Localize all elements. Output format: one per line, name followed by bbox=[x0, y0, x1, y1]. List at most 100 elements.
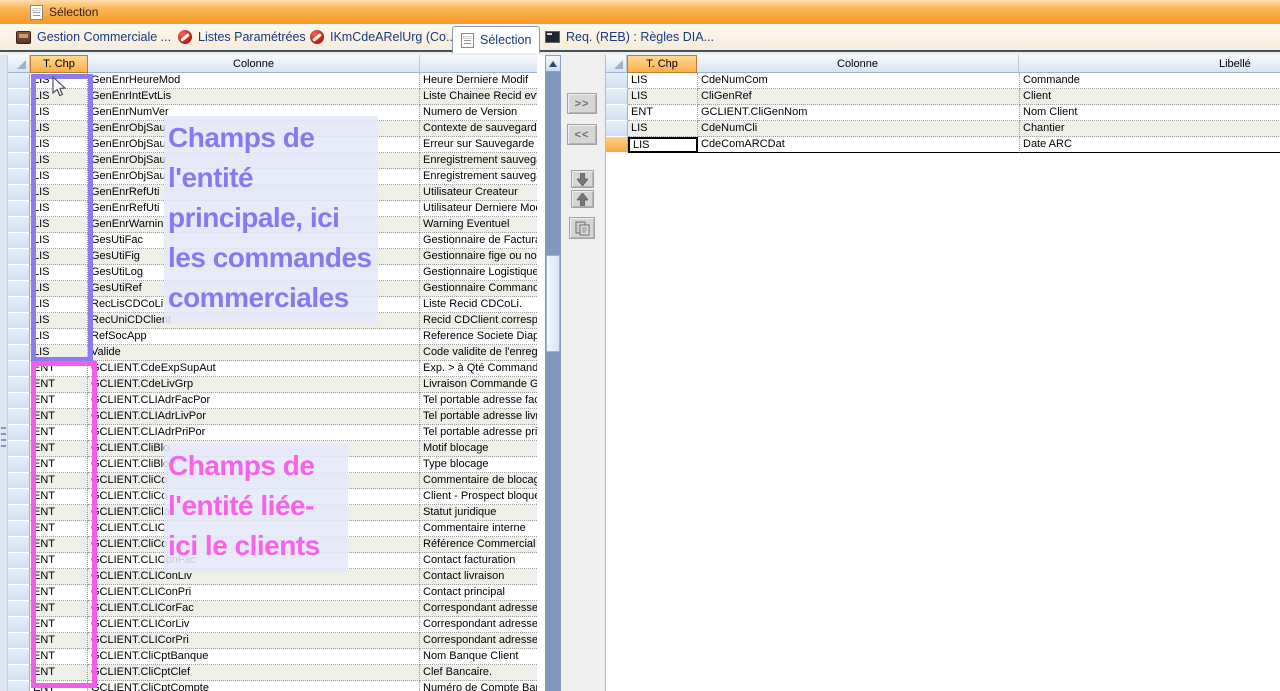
row-selector[interactable] bbox=[8, 153, 30, 169]
select-all-corner[interactable] bbox=[8, 55, 30, 73]
cell-colonne[interactable]: GCLIENT.CLICorPri bbox=[88, 633, 420, 649]
cell-libelle[interactable]: Gestionnaire Logistique bbox=[420, 265, 537, 281]
cell-colonne[interactable]: GCLIENT.CdeLivGrp bbox=[88, 377, 420, 393]
row-selector[interactable] bbox=[8, 73, 30, 89]
cell-libelle[interactable]: Exp. > à Qté Commandé bbox=[420, 361, 537, 377]
cell-libelle[interactable]: Heure Derniere Modif bbox=[420, 73, 537, 89]
row-selector[interactable] bbox=[8, 185, 30, 201]
cell-colonne[interactable]: GCLIENT.CLIConPri bbox=[88, 585, 420, 601]
cell-libelle[interactable]: Clef Bancaire. bbox=[420, 665, 537, 681]
cell-colonne[interactable]: GCLIENT.CLIAdrLivPor bbox=[88, 409, 420, 425]
cell-libelle[interactable]: Tel portable adresse prin bbox=[420, 425, 537, 441]
row-selector[interactable] bbox=[8, 537, 30, 553]
cell-libelle[interactable]: Nom Client bbox=[1020, 105, 1280, 121]
table-row[interactable]: LISCdeComARCDatDate ARC bbox=[606, 137, 1280, 153]
cell-libelle[interactable]: Motif blocage bbox=[420, 441, 537, 457]
row-selector[interactable] bbox=[8, 377, 30, 393]
cell-libelle[interactable]: Client - Prospect bloqué bbox=[420, 489, 537, 505]
cell-libelle[interactable]: Recid CDClient correspo bbox=[420, 313, 537, 329]
tab-gestion-commerciale[interactable]: Gestion Commerciale ... bbox=[8, 24, 179, 50]
row-selector[interactable] bbox=[8, 233, 30, 249]
cell-colonne[interactable]: CdeNumCli bbox=[698, 121, 1020, 137]
row-selector[interactable] bbox=[8, 137, 30, 153]
cell-libelle[interactable]: Code validite de l'enregi bbox=[420, 345, 537, 361]
cell-libelle[interactable]: Numero de Version bbox=[420, 105, 537, 121]
cell-libelle[interactable]: Erreur sur Sauvegarde c bbox=[420, 137, 537, 153]
cell-libelle[interactable]: Tel portable adresse fac bbox=[420, 393, 537, 409]
table-row[interactable]: ENTGCLIENT.CliGenNomNom Client bbox=[606, 105, 1280, 121]
cell-libelle[interactable]: Nom Banque Client bbox=[420, 649, 537, 665]
row-selector[interactable] bbox=[8, 425, 30, 441]
cell-libelle[interactable]: Livraison Commande Gr bbox=[420, 377, 537, 393]
column-header-colonne[interactable]: Colonne bbox=[697, 55, 1019, 73]
table-row[interactable]: LISCdeNumCliChantier bbox=[606, 121, 1280, 137]
column-header-libelle[interactable]: Libellé bbox=[1019, 55, 1280, 73]
cell-tchp[interactable]: ENT bbox=[628, 105, 698, 121]
cell-libelle[interactable]: Contact livraison bbox=[420, 569, 537, 585]
row-selector[interactable] bbox=[8, 297, 30, 313]
cell-libelle[interactable]: Statut juridique bbox=[420, 505, 537, 521]
cell-libelle[interactable]: Utilisateur Createur bbox=[420, 185, 537, 201]
row-selector[interactable] bbox=[8, 265, 30, 281]
row-selector[interactable] bbox=[8, 169, 30, 185]
cell-libelle[interactable]: Utilisateur Derniere Mod bbox=[420, 201, 537, 217]
row-selector[interactable] bbox=[8, 585, 30, 601]
cell-colonne[interactable]: GCLIENT.CdeExpSupAut bbox=[88, 361, 420, 377]
row-selector[interactable] bbox=[8, 457, 30, 473]
tab-listes-parametrees[interactable]: Listes Paramétrées bbox=[170, 24, 314, 50]
remove-all-button[interactable]: << bbox=[567, 124, 597, 145]
cell-libelle[interactable]: Tel portable adresse livr bbox=[420, 409, 537, 425]
cell-colonne[interactable]: GCLIENT.CLICorFac bbox=[88, 601, 420, 617]
copy-button[interactable] bbox=[569, 217, 595, 239]
cell-tchp[interactable]: LIS bbox=[628, 137, 698, 153]
cell-colonne[interactable]: GenEnrHeureMod bbox=[88, 73, 420, 89]
cell-libelle[interactable]: Gestionnaire fige ou non bbox=[420, 249, 537, 265]
cell-libelle[interactable]: Gestionnaire Commande bbox=[420, 281, 537, 297]
select-all-corner[interactable] bbox=[606, 55, 627, 73]
row-selector[interactable] bbox=[8, 361, 30, 377]
cell-libelle[interactable]: Client bbox=[1020, 89, 1280, 105]
cell-colonne[interactable]: CliGenRef bbox=[698, 89, 1020, 105]
cell-libelle[interactable]: Commande bbox=[1020, 73, 1280, 89]
cell-libelle[interactable]: Contact facturation bbox=[420, 553, 537, 569]
row-selector[interactable] bbox=[606, 137, 628, 153]
row-selector[interactable] bbox=[8, 441, 30, 457]
cell-libelle[interactable]: Contact principal bbox=[420, 585, 537, 601]
cell-libelle[interactable]: Chantier bbox=[1020, 121, 1280, 137]
row-selector[interactable] bbox=[8, 521, 30, 537]
table-row[interactable]: LISCliGenRefClient bbox=[606, 89, 1280, 105]
cell-libelle[interactable]: Correspondant adresse l bbox=[420, 617, 537, 633]
cell-libelle[interactable]: Liste Chainee Recid evt bbox=[420, 89, 537, 105]
row-selector[interactable] bbox=[8, 489, 30, 505]
row-selector[interactable] bbox=[8, 569, 30, 585]
scrollbar-thumb[interactable] bbox=[546, 255, 560, 352]
row-selector[interactable] bbox=[8, 473, 30, 489]
cell-libelle[interactable]: Type blocage bbox=[420, 457, 537, 473]
column-header-colonne[interactable]: Colonne bbox=[88, 55, 420, 73]
row-selector[interactable] bbox=[606, 121, 628, 137]
left-splitter-strip[interactable] bbox=[0, 55, 8, 691]
move-down-button[interactable] bbox=[571, 170, 594, 188]
column-header-tchp[interactable]: T. Chp bbox=[30, 55, 88, 73]
cell-colonne[interactable]: CdeNumCom bbox=[698, 73, 1020, 89]
row-selector[interactable] bbox=[8, 649, 30, 665]
cell-libelle[interactable]: Gestionnaire de Factura bbox=[420, 233, 537, 249]
row-selector[interactable] bbox=[8, 409, 30, 425]
table-row[interactable]: LISCdeNumComCommande bbox=[606, 73, 1280, 89]
tab-selection[interactable]: Sélection bbox=[452, 26, 540, 53]
move-up-button[interactable] bbox=[571, 190, 594, 208]
cell-libelle[interactable]: Liste Recid CDCoLi. bbox=[420, 297, 537, 313]
tab-ikmcdearelurg[interactable]: IKmCdeARelUrg (Co... bbox=[302, 24, 464, 50]
cell-colonne[interactable]: RefSocApp bbox=[88, 329, 420, 345]
add-all-button[interactable]: >> bbox=[567, 93, 597, 114]
cell-colonne[interactable]: GCLIENT.CliCptBanque bbox=[88, 649, 420, 665]
cell-colonne[interactable]: GCLIENT.CLIAdrFacPor bbox=[88, 393, 420, 409]
cell-tchp[interactable]: LIS bbox=[628, 73, 698, 89]
cell-colonne[interactable]: GCLIENT.CLIAdrPriPor bbox=[88, 425, 420, 441]
cell-libelle[interactable]: Enregistrement sauvega bbox=[420, 153, 537, 169]
cell-libelle[interactable]: Reference Societe Diap bbox=[420, 329, 537, 345]
row-selector[interactable] bbox=[8, 617, 30, 633]
cell-colonne[interactable]: CdeComARCDat bbox=[698, 137, 1020, 153]
cell-colonne[interactable]: GenEnrIntEvtLis bbox=[88, 89, 420, 105]
cell-colonne[interactable]: GCLIENT.CliGenNom bbox=[698, 105, 1020, 121]
